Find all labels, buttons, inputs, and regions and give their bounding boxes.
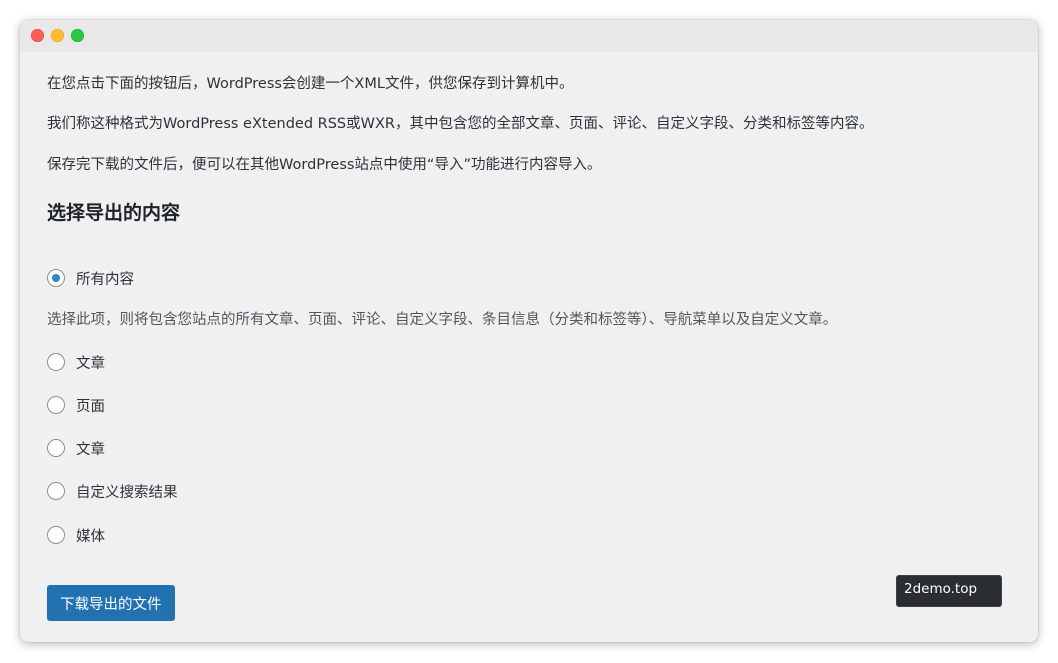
intro-paragraph-1: 在您点击下面的按钮后，WordPress会创建一个XML文件，供您保存到计算机中…	[47, 76, 574, 92]
radio-option-articles[interactable]: 文章	[47, 437, 105, 459]
radio-button-posts[interactable]	[47, 353, 65, 371]
intro-paragraph-3: 保存完下载的文件后，便可以在其他WordPress站点中使用“导入”功能进行内容…	[47, 157, 602, 173]
radio-button-all-content[interactable]	[47, 269, 65, 287]
radio-option-pages[interactable]: 页面	[47, 394, 105, 416]
radio-option-posts[interactable]: 文章	[47, 351, 105, 373]
radio-label-pages: 页面	[76, 398, 105, 415]
watermark-badge: 2demo.top	[896, 575, 1002, 607]
minimize-window-icon[interactable]	[51, 29, 64, 42]
radio-label-custom-search-results: 自定义搜索结果	[76, 484, 178, 501]
app-window: 在您点击下面的按钮后，WordPress会创建一个XML文件，供您保存到计算机中…	[20, 20, 1038, 642]
download-export-file-button[interactable]: 下载导出的文件	[47, 585, 175, 621]
section-title: 选择导出的内容	[47, 202, 181, 224]
close-window-icon[interactable]	[31, 29, 44, 42]
radio-option-media[interactable]: 媒体	[47, 524, 105, 546]
radio-button-pages[interactable]	[47, 396, 65, 414]
radio-button-articles[interactable]	[47, 439, 65, 457]
radio-option-all-content[interactable]: 所有内容	[47, 267, 134, 289]
maximize-window-icon[interactable]	[71, 29, 84, 42]
radio-button-custom-search-results[interactable]	[47, 482, 65, 500]
radio-label-articles: 文章	[76, 441, 105, 458]
radio-option-custom-search-results[interactable]: 自定义搜索结果	[47, 480, 178, 502]
intro-paragraph-2: 我们称这种格式为WordPress eXtended RSS或WXR，其中包含您…	[47, 116, 874, 132]
radio-button-media[interactable]	[47, 526, 65, 544]
radio-label-media: 媒体	[76, 528, 105, 545]
radio-label-all-content: 所有内容	[76, 271, 134, 288]
title-bar	[20, 20, 1038, 52]
all-content-description: 选择此项，则将包含您站点的所有文章、页面、评论、自定义字段、条目信息（分类和标签…	[47, 312, 838, 328]
radio-label-posts: 文章	[76, 355, 105, 372]
